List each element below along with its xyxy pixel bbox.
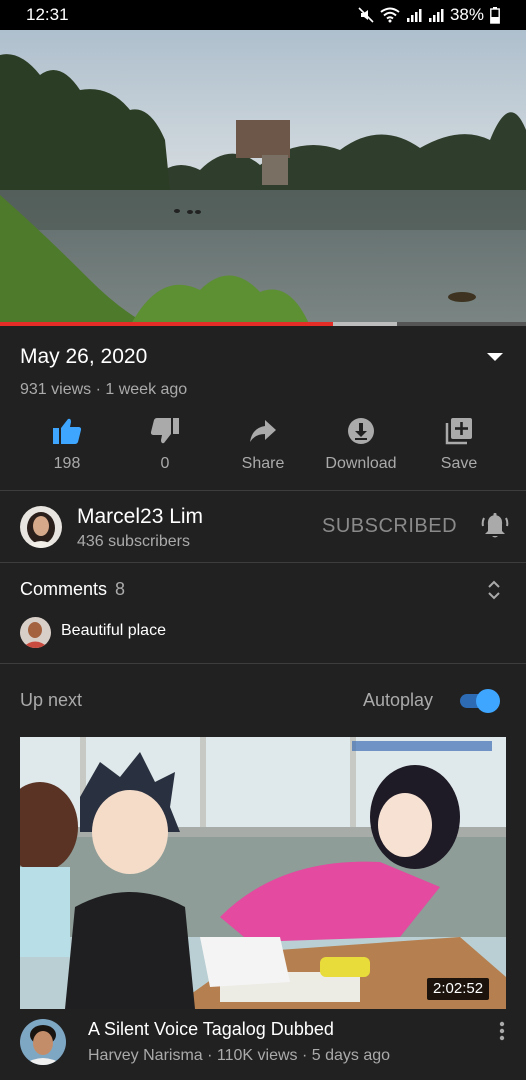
comments-header[interactable]: Comments 8 bbox=[20, 579, 125, 600]
wifi-icon bbox=[380, 7, 400, 23]
progress-buffered bbox=[332, 322, 398, 326]
top-comment[interactable]: Beautiful place bbox=[61, 622, 166, 640]
divider bbox=[0, 562, 526, 563]
subscribed-button[interactable]: SUBSCRIBED bbox=[322, 515, 457, 538]
signal-icon bbox=[428, 9, 444, 22]
download-label: Download bbox=[325, 455, 397, 472]
thumbs-down-icon bbox=[150, 418, 179, 444]
up-next-video-title[interactable]: A Silent Voice Tagalog Dubbed bbox=[88, 1019, 334, 1040]
commenter-avatar bbox=[20, 617, 51, 648]
avatar-image bbox=[20, 506, 62, 548]
like-count: 198 bbox=[53, 455, 81, 472]
comments-title: Comments bbox=[20, 579, 108, 599]
action-bar: 198 0 Share Download Save bbox=[18, 416, 508, 476]
status-time: 12:31 bbox=[26, 5, 69, 24]
up-next-channel-avatar[interactable] bbox=[20, 1019, 66, 1065]
autoplay-toggle[interactable] bbox=[458, 689, 502, 713]
avatar-image bbox=[20, 617, 51, 648]
thumbs-up-icon bbox=[53, 418, 82, 444]
like-button[interactable]: 198 bbox=[18, 416, 116, 473]
download-icon bbox=[348, 418, 374, 444]
toggle-knob bbox=[476, 689, 500, 713]
channel-subscribers: 436 subscribers bbox=[77, 533, 190, 550]
up-next-thumbnail[interactable] bbox=[20, 737, 506, 1009]
video-player[interactable] bbox=[0, 30, 526, 326]
autoplay-label: Autoplay bbox=[363, 690, 434, 710]
share-icon bbox=[250, 420, 276, 442]
expand-collapse-icon[interactable] bbox=[486, 580, 502, 600]
channel-name[interactable]: Marcel23 Lim bbox=[77, 505, 203, 529]
video-title: May 26, 2020 bbox=[20, 345, 148, 368]
save-label: Save bbox=[440, 455, 478, 472]
comments-count: 8 bbox=[115, 579, 126, 599]
thumbnail-image-anime-classroom bbox=[20, 737, 506, 1009]
video-meta: 931 views · 1 week ago bbox=[20, 381, 188, 398]
save-button[interactable]: Save bbox=[410, 416, 508, 473]
dislike-count: 0 bbox=[160, 455, 170, 472]
divider bbox=[0, 663, 526, 664]
signal-icon bbox=[406, 9, 422, 22]
share-label: Share bbox=[241, 455, 285, 472]
divider bbox=[0, 490, 526, 491]
notification-bell-icon[interactable] bbox=[481, 512, 509, 540]
video-frame-lake bbox=[0, 30, 526, 326]
share-button[interactable]: Share bbox=[214, 416, 312, 473]
dislike-button[interactable]: 0 bbox=[116, 416, 214, 473]
mute-icon bbox=[358, 7, 374, 23]
save-to-playlist-icon bbox=[445, 418, 472, 445]
up-next-video-meta: Harvey Narisma · 110K views · 5 days ago bbox=[88, 1047, 391, 1064]
video-progress-bar[interactable] bbox=[0, 322, 526, 326]
status-bar: 12:31 38% bbox=[0, 0, 526, 30]
download-button[interactable]: Download bbox=[312, 416, 410, 473]
chevron-down-icon[interactable] bbox=[484, 350, 506, 364]
more-options-icon[interactable] bbox=[498, 1020, 506, 1042]
up-next-label: Up next bbox=[20, 690, 83, 710]
channel-avatar[interactable] bbox=[20, 506, 62, 548]
battery-icon bbox=[490, 6, 500, 24]
progress-played bbox=[0, 322, 333, 326]
battery-level: 38% bbox=[449, 5, 484, 24]
avatar-image bbox=[20, 1019, 66, 1065]
status-icons: 38% bbox=[358, 5, 500, 25]
video-duration: 2:02:52 bbox=[427, 978, 490, 1000]
